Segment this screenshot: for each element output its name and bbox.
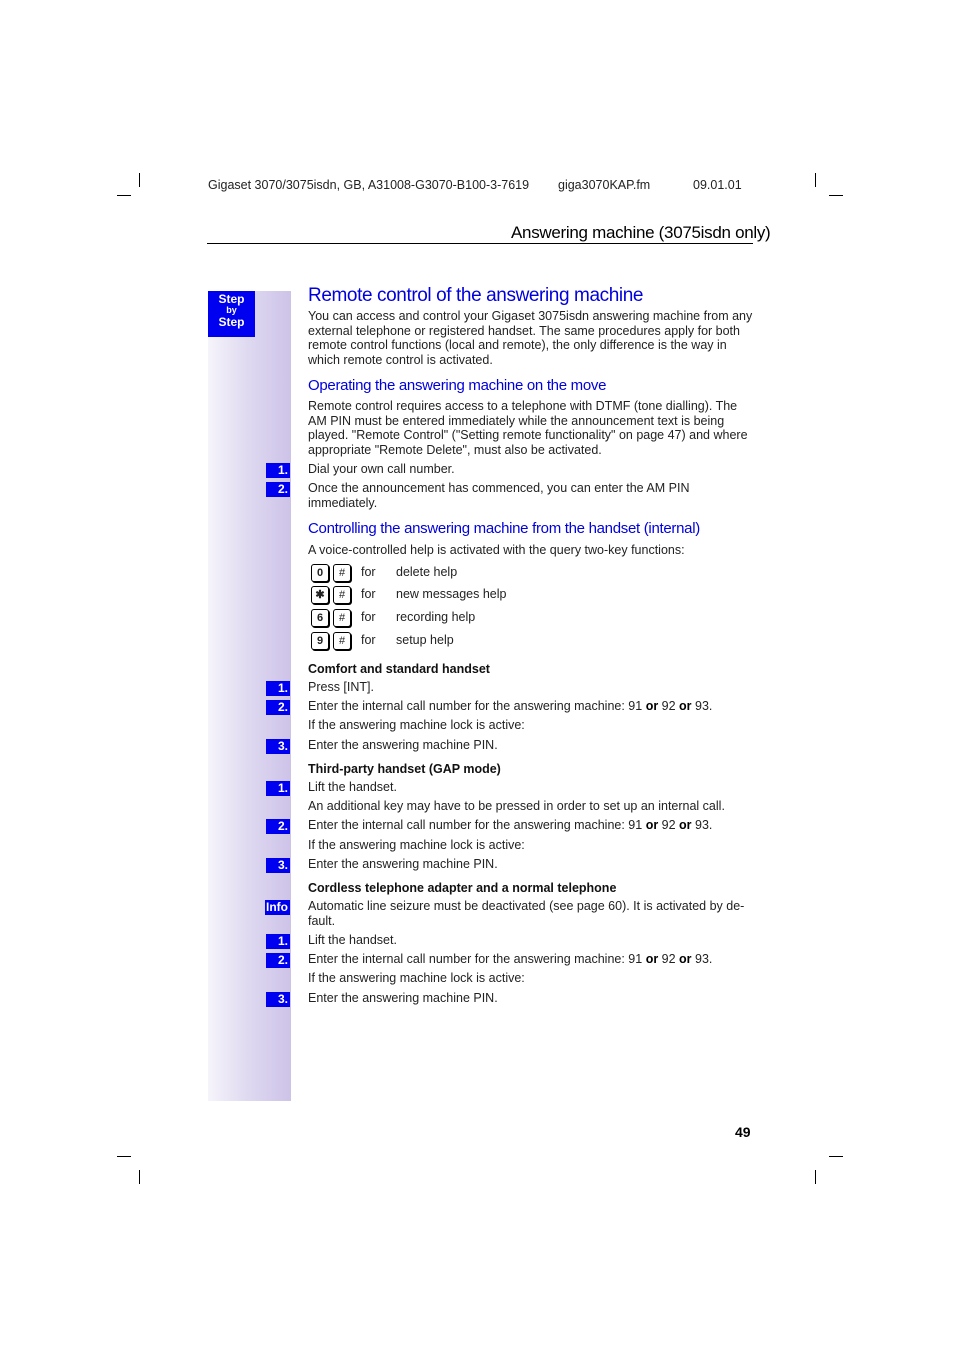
header-rule: [207, 243, 753, 244]
note-text: If the answering machine lock is active:: [308, 718, 525, 732]
step-text: Enter the internal call number for the a…: [308, 699, 712, 713]
step-text: Lift the handset.: [308, 780, 397, 794]
step-text: Enter the answering machine PIN.: [308, 738, 498, 752]
info-badge: Info: [265, 900, 290, 915]
step-badge: 3.: [266, 992, 290, 1007]
key-description: setup help: [396, 633, 454, 647]
crop-mark: [117, 195, 131, 196]
step-text-part: 92: [658, 818, 680, 832]
file-name: giga3070KAP.fm: [558, 178, 651, 192]
step-by-step-badge: Step by Step: [208, 291, 255, 337]
crop-mark: [815, 1170, 816, 1184]
doc-date: 09.01.01: [693, 178, 742, 192]
key-description: new messages help: [396, 587, 507, 601]
step-text-part: 92: [658, 699, 680, 713]
doc-id: Gigaset 3070/3075isdn, GB, A31008-G3070-…: [208, 178, 530, 192]
zero-key-icon: 0: [311, 564, 329, 582]
for-label: for: [361, 587, 376, 601]
step-text: Enter the internal call number for the a…: [308, 952, 712, 966]
heading-comfort: Comfort and standard handset: [308, 662, 490, 676]
heading-cordless: Cordless telephone adapter and a normal …: [308, 881, 617, 895]
step-text: Press [INT].: [308, 680, 374, 694]
or-keyword: or: [645, 699, 659, 713]
step-badge: 2.: [266, 953, 290, 968]
note-text: An additional key may have to be pressed…: [308, 799, 725, 813]
step-badge: 3.: [266, 739, 290, 754]
hash-key-icon: #: [333, 632, 351, 650]
crop-mark: [117, 1156, 131, 1157]
step-text-part: 92: [658, 952, 680, 966]
step-text: Enter the answering machine PIN.: [308, 991, 498, 1005]
step-badge: 1.: [266, 463, 290, 478]
step-sidebar: [208, 291, 291, 1101]
step-badge: 2.: [266, 700, 290, 715]
crop-mark: [139, 1170, 140, 1184]
for-label: for: [361, 565, 376, 579]
step-text: Once the announcement has commenced, you…: [308, 481, 690, 510]
move-paragraph: Remote control requires access to a tele…: [308, 399, 748, 457]
step-text-part: 93.: [691, 699, 713, 713]
heading-internal: Controlling the answering machine from t…: [308, 520, 700, 537]
heading-gap: Third-party handset (GAP mode): [308, 762, 501, 776]
or-keyword: or: [679, 952, 692, 966]
or-keyword: or: [679, 818, 692, 832]
step-badge: 2.: [266, 482, 290, 497]
step-text: Enter the internal call number for the a…: [308, 818, 712, 832]
step-text-part: Enter the internal call number for the a…: [308, 818, 646, 832]
heading-move: Operating the answering machine on the m…: [308, 377, 607, 394]
step-badge: 3.: [266, 858, 290, 873]
six-key-icon: 6: [311, 609, 329, 627]
or-keyword: or: [679, 699, 692, 713]
nine-key-icon: 9: [311, 632, 329, 650]
step-badge: 1.: [266, 934, 290, 949]
step-text-part: Enter the internal call number for the a…: [308, 952, 646, 966]
note-text: If the answering machine lock is active:: [308, 838, 525, 852]
step-text-part: 93.: [691, 952, 713, 966]
step-text-part: Enter the internal call number for the a…: [308, 699, 646, 713]
step-label: Step: [218, 315, 245, 329]
or-keyword: or: [645, 818, 659, 832]
page-number: 49: [735, 1124, 751, 1140]
page-title: Remote control of the answering machine: [308, 285, 644, 306]
for-label: for: [361, 610, 376, 624]
internal-paragraph: A voice-controlled help is activated wit…: [308, 543, 685, 557]
step-text-part: 93.: [691, 818, 713, 832]
step-badge: 1.: [266, 681, 290, 696]
crop-mark: [139, 173, 140, 187]
step-badge: 2.: [266, 819, 290, 834]
step-text: Lift the handset.: [308, 933, 397, 947]
step-badge: 1.: [266, 781, 290, 796]
info-text: Automatic line seizure must be deactivat…: [308, 899, 745, 928]
note-text: If the answering machine lock is active:: [308, 971, 525, 985]
intro-paragraph: You can access and control your Gigaset …: [308, 309, 753, 367]
hash-key-icon: #: [333, 564, 351, 582]
crop-mark: [829, 195, 843, 196]
for-label: for: [361, 633, 376, 647]
or-keyword: or: [645, 952, 659, 966]
step-text: Enter the answering machine PIN.: [308, 857, 498, 871]
key-description: delete help: [396, 565, 458, 579]
crop-mark: [829, 1156, 843, 1157]
step-text: Dial your own call number.: [308, 462, 455, 476]
step-label: Step: [218, 292, 245, 306]
section-title: Answering machine (3075isdn only): [511, 223, 771, 242]
hash-key-icon: #: [333, 586, 351, 604]
crop-mark: [815, 173, 816, 187]
star-key-icon: ✱: [311, 586, 329, 604]
key-description: recording help: [396, 610, 476, 624]
hash-key-icon: #: [333, 609, 351, 627]
